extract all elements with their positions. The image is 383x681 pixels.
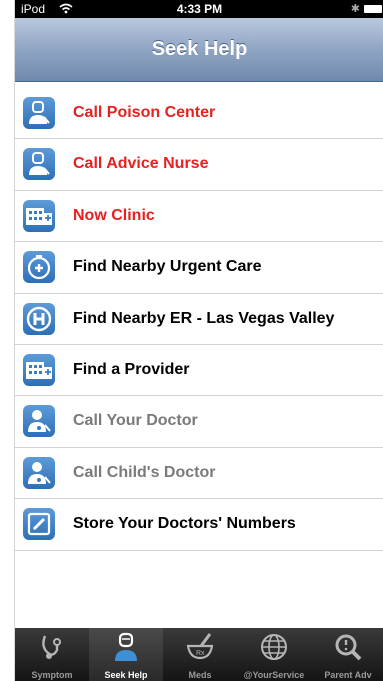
tab-symptom[interactable]: Symptom: [15, 628, 89, 681]
list-item-label: Find Nearby Urgent Care: [73, 258, 262, 276]
list-item-store-your-doctors-numbers[interactable]: Store Your Doctors' Numbers: [15, 499, 383, 551]
list-item-label: Now Clinic: [73, 206, 155, 224]
magnifier-icon: [335, 634, 362, 661]
tab-label: Parent Adv: [324, 670, 372, 680]
hospital-h-icon: [23, 302, 55, 335]
page-title: Seek Help: [151, 38, 248, 60]
tab-parent-advice[interactable]: Parent Adv: [311, 628, 383, 681]
list-item-call-childs-doctor[interactable]: Call Child's Doctor: [15, 448, 383, 500]
list-item-label: Call Your Doctor: [73, 412, 198, 430]
list-item-label: Find a Provider: [73, 360, 190, 378]
list-item-label: Call Poison Center: [73, 104, 216, 121]
clinic-building-icon: [23, 353, 55, 386]
tab-your-service[interactable]: @YourService: [237, 628, 311, 681]
list-item-call-your-doctor[interactable]: Call Your Doctor: [15, 396, 383, 448]
tab-label: Seek Help: [104, 670, 148, 680]
urgent-care-icon: [23, 251, 55, 284]
list-item-label: Call Advice Nurse: [73, 155, 209, 173]
list-item-find-nearby-urgent-care[interactable]: Find Nearby Urgent Care: [15, 242, 383, 294]
nurse-icon: [115, 632, 137, 661]
list-item-now-clinic[interactable]: Now Clinic: [15, 191, 383, 243]
list-item-label: Find Nearby ER - Las Vegas Valley: [73, 309, 335, 327]
svg-text:Rx: Rx: [196, 650, 205, 657]
stethoscope-icon: [42, 635, 61, 659]
tab-label: Meds: [188, 670, 212, 680]
doctor-phone-icon: [23, 405, 55, 438]
nurse-phone-icon: [23, 148, 55, 181]
clock: 4:33 PM: [176, 2, 223, 16]
list-item-label: Call Child's Doctor: [73, 463, 216, 481]
tab-bar: Symptom Seek Help Rx Meds @YourService P…: [15, 628, 383, 681]
nurse-phone-icon: [23, 97, 55, 129]
list-item-call-poison-center[interactable]: Call Poison Center: [15, 88, 383, 140]
list-item-call-advice-nurse[interactable]: Call Advice Nurse: [15, 139, 383, 191]
battery-icon: [364, 5, 382, 13]
tab-label: Symptom: [31, 670, 73, 680]
list-item-label: Store Your Doctors' Numbers: [73, 515, 296, 533]
help-options-list: Call Poison Center Call Advice Nurse Now…: [15, 88, 383, 551]
edit-note-icon: [23, 508, 55, 541]
tab-seek-help[interactable]: Seek Help: [89, 628, 163, 681]
tab-meds[interactable]: Rx Meds: [163, 628, 237, 681]
doctor-phone-icon: [23, 456, 55, 489]
navigation-bar: Seek Help: [15, 18, 383, 82]
clinic-building-icon: [23, 199, 55, 232]
list-item-find-nearby-er[interactable]: Find Nearby ER - Las Vegas Valley: [15, 294, 383, 345]
list-item-find-a-provider[interactable]: Find a Provider: [15, 345, 383, 397]
mortar-pestle-icon: Rx: [186, 633, 214, 660]
status-bar: iPod 4:33 PM ✱: [15, 0, 383, 18]
tab-label: @YourService: [243, 670, 305, 680]
app-screen: iPod 4:33 PM ✱ Seek Help Call Poison Cen…: [14, 0, 383, 681]
globe-icon: [261, 634, 287, 660]
bluetooth-icon: ✱: [350, 3, 360, 15]
